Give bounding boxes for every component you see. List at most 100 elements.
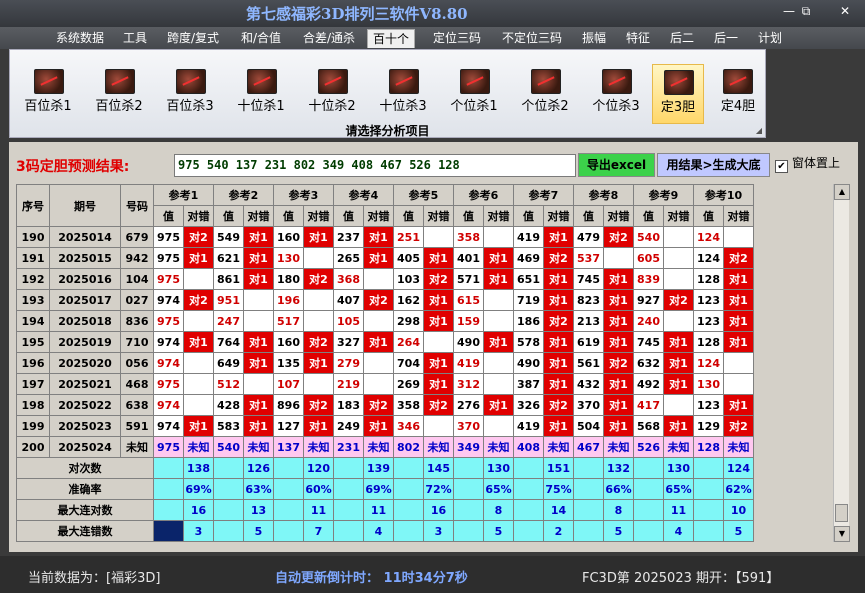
ref-hit-cell[interactable]: 对1	[483, 247, 514, 269]
ref-hit-cell[interactable]: 对1	[243, 331, 274, 353]
ref-value-cell[interactable]: 213	[573, 310, 604, 332]
ref-hit-cell[interactable]: 对1	[243, 415, 274, 437]
ref-value-cell[interactable]: 128	[693, 331, 724, 353]
ref-hit-cell[interactable]: 对2	[603, 226, 634, 248]
stats-spacer-cell[interactable]	[153, 478, 184, 500]
generate-button[interactable]: 用结果>生成大底	[657, 153, 770, 177]
ref-value-cell[interactable]: 124	[693, 226, 724, 248]
row-number[interactable]: 710	[120, 331, 154, 353]
stats-spacer-cell[interactable]	[693, 478, 724, 500]
stats-value-cell[interactable]: 65%	[663, 478, 694, 500]
ref-value-cell[interactable]: 537	[573, 247, 604, 269]
stats-spacer-cell[interactable]	[393, 457, 424, 479]
ref-hit-cell[interactable]: 对1	[723, 331, 754, 353]
stats-value-cell[interactable]: 11	[363, 499, 394, 521]
ribbon-button-2[interactable]: 百位杀3	[160, 64, 220, 124]
stats-spacer-cell[interactable]	[213, 499, 244, 521]
ref-value-cell[interactable]: 264	[393, 331, 424, 353]
ref-hit-cell[interactable]	[483, 415, 514, 437]
ref-hit-cell[interactable]	[663, 247, 694, 269]
ref-hit-cell[interactable]: 对1	[243, 247, 274, 269]
stats-value-cell[interactable]: 8	[603, 499, 634, 521]
ref-value-cell[interactable]: 927	[633, 289, 664, 311]
ref-value-cell[interactable]: 219	[333, 373, 364, 395]
stats-spacer-cell[interactable]	[333, 520, 364, 542]
stats-spacer-cell[interactable]	[453, 520, 484, 542]
ref-value-cell[interactable]: 975	[153, 310, 184, 332]
ref-hit-cell[interactable]: 对1	[423, 373, 454, 395]
ref-hit-cell[interactable]: 对1	[423, 289, 454, 311]
ref-hit-cell[interactable]: 对1	[663, 331, 694, 353]
stats-value-cell[interactable]: 75%	[543, 478, 574, 500]
ref-value-cell[interactable]: 571	[453, 268, 484, 290]
row-period[interactable]: 2025022	[49, 394, 121, 416]
ref-value-cell[interactable]: 719	[513, 289, 544, 311]
row-seq[interactable]: 200	[16, 436, 50, 458]
ref-value-cell[interactable]: 387	[513, 373, 544, 395]
stats-value-cell[interactable]: 8	[483, 499, 514, 521]
stats-value-cell[interactable]: 5	[483, 520, 514, 542]
ref-hit-cell[interactable]	[363, 268, 394, 290]
ref-value-cell[interactable]: 649	[213, 352, 244, 374]
scroll-thumb[interactable]	[835, 504, 848, 522]
stats-spacer-cell[interactable]	[573, 478, 604, 500]
ribbon-button-8[interactable]: 个位杀3	[586, 64, 646, 124]
table-row[interactable]: 192 2025016 104 975 861 对1 180 对2 368 103 对2 571 对1 6…	[16, 268, 754, 290]
scroll-up-icon[interactable]: ▲	[834, 184, 850, 200]
ref-value-cell[interactable]: 619	[573, 331, 604, 353]
stats-value-cell[interactable]: 4	[663, 520, 694, 542]
row-seq[interactable]: 194	[16, 310, 50, 332]
future-status-cell[interactable]: 未知	[423, 436, 454, 458]
ref-value-cell[interactable]: 240	[633, 310, 664, 332]
ref-value-cell[interactable]: 183	[333, 394, 364, 416]
ref-hit-cell[interactable]: 对1	[603, 289, 634, 311]
ref-value-cell[interactable]: 124	[693, 352, 724, 374]
ref-value-cell[interactable]: 129	[693, 415, 724, 437]
row-seq[interactable]: 193	[16, 289, 50, 311]
stats-spacer-cell[interactable]	[333, 478, 364, 500]
ref-hit-cell[interactable]: 对2	[303, 331, 334, 353]
menu-item-9[interactable]: 特征	[626, 29, 650, 48]
ref-hit-cell[interactable]: 对2	[543, 310, 574, 332]
ref-value-cell[interactable]: 265	[333, 247, 364, 269]
ref-value-cell[interactable]: 160	[273, 331, 304, 353]
stats-value-cell[interactable]: 145	[423, 457, 454, 479]
horizontal-scrollbar[interactable]	[16, 542, 833, 547]
ref-value-cell[interactable]: 276	[453, 394, 484, 416]
ribbon-button-5[interactable]: 十位杀3	[373, 64, 433, 124]
ref-hit-cell[interactable]: 对1	[363, 247, 394, 269]
ref-hit-cell[interactable]: 对2	[663, 289, 694, 311]
ref-value-cell[interactable]: 128	[693, 268, 724, 290]
ref-value-cell[interactable]: 974	[153, 415, 184, 437]
ref-value-cell[interactable]: 974	[153, 289, 184, 311]
ref-hit-cell[interactable]: 对1	[723, 268, 754, 290]
ref-value-cell[interactable]: 370	[573, 394, 604, 416]
close-icon[interactable]: ✕	[834, 4, 856, 18]
ref-hit-cell[interactable]	[483, 226, 514, 248]
stats-spacer-cell[interactable]	[213, 457, 244, 479]
menu-item-3[interactable]: 和/合值	[241, 29, 281, 48]
ref-value-cell[interactable]: 417	[633, 394, 664, 416]
ref-value-cell[interactable]: 578	[513, 331, 544, 353]
menu-item-6[interactable]: 定位三码	[433, 29, 481, 48]
menu-item-10[interactable]: 后二	[670, 29, 694, 48]
ref-hit-cell[interactable]: 对1	[183, 415, 214, 437]
ref-value-cell[interactable]: 123	[693, 289, 724, 311]
table-row[interactable]: 198 2025022 638 974 428 对1 896 对2 183 对2 358 对2 276 对…	[16, 394, 754, 416]
stats-value-cell[interactable]: 65%	[483, 478, 514, 500]
ref-hit-cell[interactable]: 对1	[603, 268, 634, 290]
ref-hit-cell[interactable]	[723, 226, 754, 248]
ref-value-cell[interactable]: 407	[333, 289, 364, 311]
ref-hit-cell[interactable]	[483, 373, 514, 395]
ref-hit-cell[interactable]: 对1	[483, 268, 514, 290]
ref-hit-cell[interactable]: 对2	[723, 247, 754, 269]
future-row[interactable]: 200 2025024 未知 975 未知 540 未知 137 未知 231 未知 802 未知 349…	[16, 436, 754, 458]
ref-hit-cell[interactable]	[363, 352, 394, 374]
stats-value-cell[interactable]: 16	[423, 499, 454, 521]
stats-spacer-cell[interactable]	[393, 499, 424, 521]
stats-value-cell[interactable]: 63%	[243, 478, 274, 500]
ref-value-cell[interactable]: 401	[453, 247, 484, 269]
ref-value-cell[interactable]: 490	[453, 331, 484, 353]
ref-hit-cell[interactable]	[183, 373, 214, 395]
ref-value-cell[interactable]: 704	[393, 352, 424, 374]
